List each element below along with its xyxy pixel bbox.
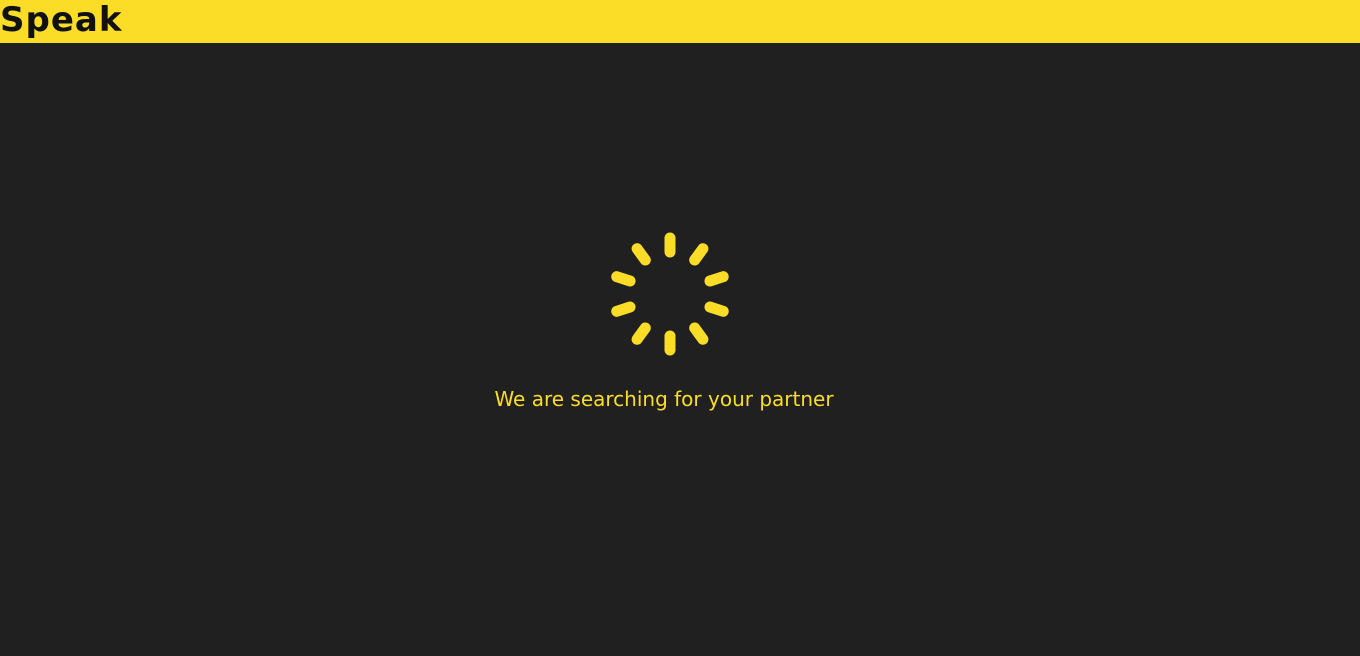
spinner-spoke [631, 322, 651, 345]
app-logo-text: Speak [0, 0, 123, 40]
spinner-spoke [631, 243, 651, 266]
searching-status-text: We are searching for your partner [494, 387, 834, 411]
spinner-spoke [611, 271, 636, 287]
spinner-spoke [689, 243, 709, 266]
top-bar: Speak [0, 0, 1360, 43]
spinner-spoke [689, 322, 709, 345]
spinner-spoke [704, 301, 729, 317]
loading-spinner-icon [611, 232, 729, 356]
spinner-spoke [704, 271, 729, 287]
spinner-spoke [611, 301, 636, 317]
